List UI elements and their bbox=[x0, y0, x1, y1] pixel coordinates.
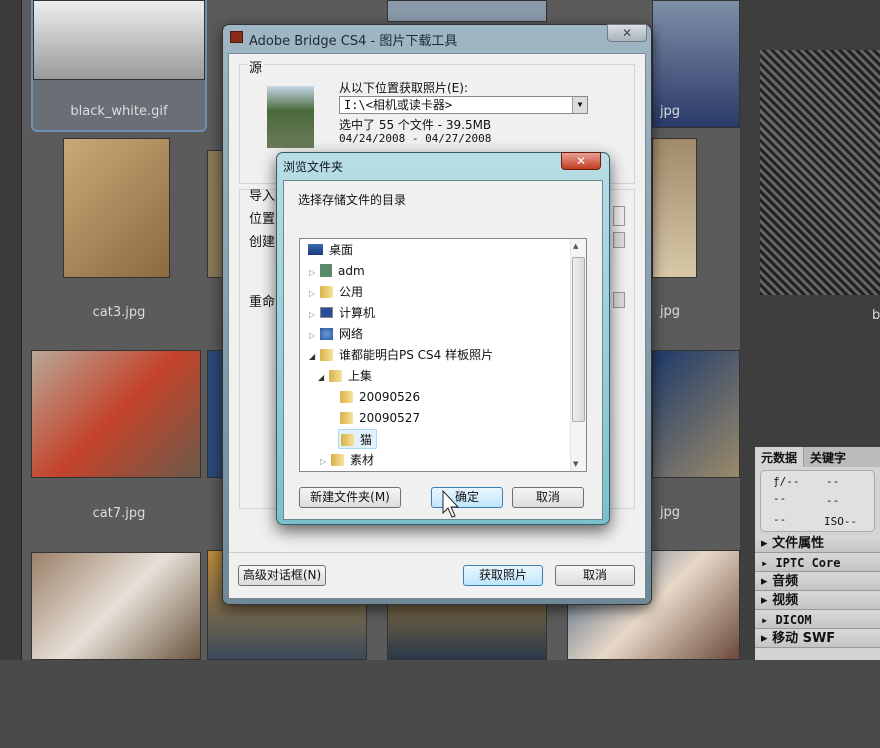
browse-cancel-button[interactable]: 取消 bbox=[512, 487, 584, 508]
get-from-label: 从以下位置获取照片(E): bbox=[339, 81, 468, 95]
exposure-value: -- bbox=[773, 492, 787, 505]
mouse-cursor-icon bbox=[442, 490, 460, 518]
tree-item-20090527[interactable]: 20090527 bbox=[340, 408, 420, 428]
collapse-arrow-icon: ◢ bbox=[318, 373, 325, 382]
thumbnail-image bbox=[31, 552, 201, 660]
tab-keywords[interactable]: 关键字 bbox=[803, 447, 852, 467]
thumbnail-image bbox=[31, 350, 201, 478]
thumbnail-cell[interactable]: cat7.jpg bbox=[31, 350, 207, 546]
browse-button[interactable] bbox=[613, 206, 625, 226]
thumbnail-label: black_white.gif bbox=[70, 104, 168, 119]
section-mobile-swf[interactable]: ▸ 移动 SWF bbox=[755, 630, 880, 648]
location-label: 位置 bbox=[249, 212, 276, 227]
folder-icon bbox=[331, 454, 344, 466]
get-photos-button[interactable]: 获取照片 bbox=[463, 565, 543, 586]
rename-label: 重命 bbox=[249, 295, 276, 310]
thumbnail-image bbox=[652, 138, 697, 278]
thumbnail-image bbox=[33, 0, 205, 80]
computer-icon bbox=[320, 307, 333, 318]
section-video[interactable]: ▸ 视频 bbox=[755, 592, 880, 610]
scroll-thumb[interactable] bbox=[572, 257, 585, 422]
section-file-properties[interactable]: ▸ 文件属性 bbox=[755, 535, 880, 553]
source-select-value: I:\<相机或读卡器> bbox=[344, 98, 453, 112]
scroll-down-icon: ▼ bbox=[573, 460, 579, 468]
divider bbox=[229, 552, 645, 553]
metering-value: -- bbox=[826, 494, 840, 507]
expand-arrow-icon: ▷ bbox=[320, 457, 327, 466]
iso-value: ISO-- bbox=[824, 515, 858, 528]
prompt-text: 选择存储文件的目录 bbox=[298, 193, 407, 207]
user-folder-icon bbox=[320, 264, 332, 277]
shutter-value: -- bbox=[826, 475, 840, 488]
rename-select[interactable] bbox=[613, 292, 625, 308]
expand-arrow-icon: ▷ bbox=[309, 331, 316, 340]
folder-icon bbox=[320, 286, 333, 298]
tree-item-computer[interactable]: ▷ 计算机 bbox=[309, 303, 375, 323]
thumbnail-image bbox=[652, 350, 740, 478]
app-icon bbox=[230, 31, 243, 43]
section-audio[interactable]: ▸ 音频 bbox=[755, 573, 880, 591]
chevron-down-icon[interactable]: ▼ bbox=[572, 97, 587, 113]
preview-image bbox=[760, 50, 880, 295]
left-panel bbox=[0, 0, 22, 660]
source-thumbnail bbox=[267, 86, 314, 148]
thumbnail-image bbox=[387, 0, 547, 22]
browse-folder-dialog: 浏览文件夹 ✕ 选择存储文件的目录 桌面 ▷ adm ▷ 公用 ▷ 计算机 ▷ 网络 ◢… bbox=[276, 152, 610, 525]
thumbnail-cell[interactable]: black_white.gif bbox=[31, 0, 207, 132]
preview-label: b bbox=[872, 308, 880, 323]
section-dicom[interactable]: ▸ DICOM bbox=[755, 611, 880, 629]
desktop-icon bbox=[308, 244, 323, 255]
tree-item-adm[interactable]: ▷ adm bbox=[309, 261, 365, 281]
right-panel: b 元数据 关键字 ƒ/-- -- -- -- -- ISO-- ▸ 文件属性 … bbox=[740, 0, 880, 660]
tree-scrollbar[interactable]: ▲ ▼ bbox=[570, 239, 586, 471]
selected-info: 选中了 55 个文件 - 39.5MB bbox=[339, 118, 492, 132]
date-range: 04/24/2008 - 04/27/2008 bbox=[339, 132, 492, 145]
camera-info: ƒ/-- -- -- -- -- ISO-- bbox=[760, 470, 875, 532]
tree-item-desktop[interactable]: 桌面 bbox=[308, 240, 353, 260]
folder-icon bbox=[340, 391, 353, 403]
collapse-arrow-icon: ◢ bbox=[309, 352, 316, 361]
thumbnail-label: cat3.jpg bbox=[92, 305, 146, 320]
folder-tree[interactable]: 桌面 ▷ adm ▷ 公用 ▷ 计算机 ▷ 网络 ◢ 谁都能明白PS CS4 样板照片 ◢… bbox=[299, 238, 587, 472]
folder-icon bbox=[340, 412, 353, 424]
tree-item-cat-selected[interactable]: 猫 bbox=[338, 429, 378, 449]
advanced-dialog-button[interactable]: 高级对话框(N) bbox=[238, 565, 326, 586]
tree-item-materials[interactable]: ▷ 素材 bbox=[320, 450, 374, 470]
new-folder-button[interactable]: 新建文件夹(M) bbox=[299, 487, 401, 508]
thumbnail-cell[interactable]: cat3.jpg bbox=[31, 138, 207, 334]
expand-arrow-icon: ▷ bbox=[309, 268, 316, 277]
folder-icon bbox=[329, 370, 342, 382]
thumbnail-cell[interactable] bbox=[31, 552, 207, 748]
expand-arrow-icon: ▷ bbox=[309, 289, 316, 298]
thumbnail-label: cat7.jpg bbox=[92, 506, 146, 521]
import-label: 导入 bbox=[249, 189, 276, 204]
resolution-value: -- bbox=[773, 513, 787, 526]
folder-icon bbox=[320, 349, 333, 361]
section-iptc-core[interactable]: ▸ IPTC Core bbox=[755, 554, 880, 572]
close-icon[interactable]: ✕ bbox=[561, 152, 601, 170]
network-icon bbox=[320, 328, 333, 340]
tree-item-public[interactable]: ▷ 公用 bbox=[309, 282, 363, 302]
thumbnail-image bbox=[63, 138, 170, 278]
tab-metadata[interactable]: 元数据 bbox=[755, 447, 804, 467]
folder-icon bbox=[341, 434, 354, 446]
tree-item-ps-samples[interactable]: ◢ 谁都能明白PS CS4 样板照片 bbox=[309, 345, 493, 365]
source-select[interactable]: I:\<相机或读卡器> ▼ bbox=[339, 96, 588, 114]
dialog-title: Adobe Bridge CS4 - 图片下载工具 bbox=[249, 34, 458, 49]
tree-item-network[interactable]: ▷ 网络 bbox=[309, 324, 363, 344]
tree-item-part1[interactable]: ◢ 上集 bbox=[318, 366, 372, 386]
aperture-value: ƒ/-- bbox=[773, 475, 800, 488]
cancel-button[interactable]: 取消 bbox=[555, 565, 635, 586]
tree-item-20090526[interactable]: 20090526 bbox=[340, 387, 420, 407]
browse-dialog-title: 浏览文件夹 bbox=[283, 160, 344, 174]
scroll-up-icon: ▲ bbox=[573, 242, 579, 250]
folder-select[interactable] bbox=[613, 232, 625, 248]
close-icon[interactable]: ✕ bbox=[607, 24, 647, 42]
create-label: 创建 bbox=[249, 235, 276, 250]
expand-arrow-icon: ▷ bbox=[309, 310, 316, 319]
source-label: 源 bbox=[247, 57, 265, 76]
